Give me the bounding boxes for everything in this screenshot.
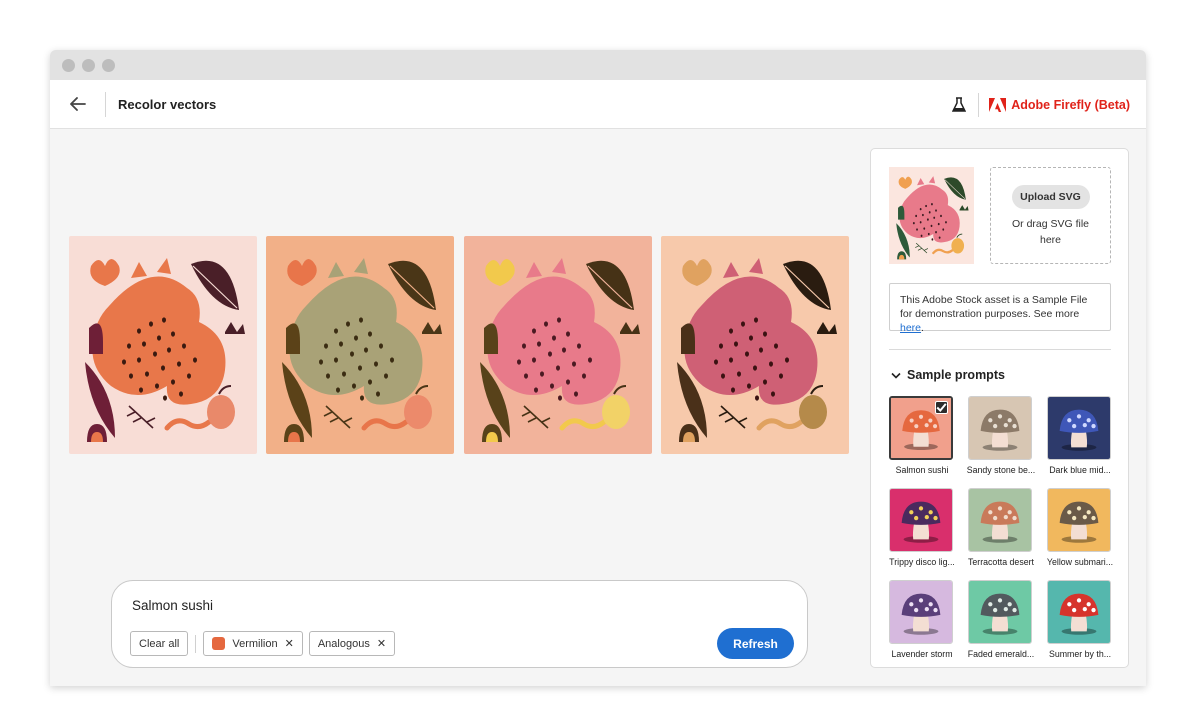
sample-prompt-card[interactable]: Salmon sushi (889, 396, 955, 475)
recolor-variation[interactable] (69, 236, 257, 454)
prompt-box: Salmon sushi Clear all Vermilion ✕ Analo… (111, 580, 808, 668)
prompt-input[interactable]: Salmon sushi (132, 598, 213, 613)
chip-analogous[interactable]: Analogous ✕ (308, 631, 396, 656)
recolor-variation[interactable] (661, 236, 849, 454)
sample-prompt-card[interactable]: Summer by th... (1047, 580, 1113, 659)
sample-prompt-thumbnail (889, 580, 953, 644)
source-vector-thumbnail[interactable] (889, 167, 974, 264)
sample-prompt-card[interactable]: Terracotta desert (968, 488, 1034, 567)
brand-label: Adobe Firefly (Beta) (1011, 97, 1130, 112)
notice-end: . (921, 322, 924, 334)
clear-all-label: Clear all (139, 637, 180, 650)
clear-all-button[interactable]: Clear all (130, 631, 189, 656)
recolor-variation[interactable] (464, 236, 652, 454)
checkmark-icon (935, 401, 948, 414)
window-minimize-dot[interactable] (82, 58, 95, 72)
sample-prompt-card[interactable]: Lavender storm (889, 580, 955, 659)
sample-prompt-thumbnail (968, 396, 1032, 460)
chip-vermilion[interactable]: Vermilion ✕ (203, 631, 303, 656)
back-button[interactable] (50, 91, 106, 117)
sample-prompt-label: Faded emerald... (967, 649, 1035, 659)
sample-prompt-thumbnail (1047, 580, 1111, 644)
upload-svg-button[interactable]: Upload SVG (1011, 185, 1090, 209)
sample-prompt-label: Lavender storm (891, 649, 953, 659)
sample-prompt-label: Salmon sushi (895, 465, 949, 475)
adobe-logo-icon (989, 97, 1007, 112)
sample-prompt-label: Terracotta desert (967, 557, 1034, 567)
sample-prompts-toggle[interactable]: Sample prompts (891, 368, 1005, 382)
window-titlebar (50, 50, 1146, 80)
chevron-down-icon (891, 372, 901, 379)
sample-prompt-card[interactable]: Dark blue mid... (1047, 396, 1113, 475)
app-header: Recolor vectors Adobe Firefly (Beta) (50, 80, 1146, 129)
sample-prompt-thumbnail (968, 488, 1032, 552)
adobe-firefly-brand[interactable]: Adobe Firefly (Beta) (989, 97, 1130, 112)
chip-divider (195, 634, 197, 653)
sample-prompt-label: Yellow submari... (1046, 557, 1114, 567)
close-icon[interactable]: ✕ (285, 637, 294, 650)
window-close-dot[interactable] (62, 58, 75, 72)
notice-link[interactable]: here (900, 322, 921, 334)
arrow-left-icon (69, 97, 86, 111)
refresh-button[interactable]: Refresh (717, 628, 794, 659)
window-maximize-dot[interactable] (102, 58, 115, 72)
sample-prompt-label: Trippy disco lig... (889, 557, 955, 567)
sample-prompts-label: Sample prompts (907, 368, 1005, 382)
side-panel: Upload SVG Or drag SVG file here This Ad… (870, 148, 1129, 668)
flask-icon (951, 96, 966, 112)
recolor-variation[interactable] (266, 236, 454, 454)
labs-button[interactable] (949, 92, 980, 117)
sample-prompt-card[interactable]: Yellow submari... (1047, 488, 1113, 567)
chip-label: Vermilion (232, 637, 278, 650)
sample-prompt-label: Sandy stone be... (966, 465, 1036, 475)
upload-dropzone[interactable]: Upload SVG Or drag SVG file here (990, 167, 1111, 264)
divider (889, 349, 1111, 350)
browser-window: Recolor vectors Adobe Firefly (Beta) Sal… (50, 50, 1146, 686)
sample-prompt-card[interactable]: Sandy stone be... (967, 396, 1035, 475)
sample-prompt-label: Dark blue mid... (1049, 465, 1111, 475)
close-icon[interactable]: ✕ (377, 637, 386, 650)
sample-prompt-thumbnail (1047, 488, 1111, 552)
sample-prompt-card[interactable]: Trippy disco lig... (889, 488, 955, 567)
sample-prompt-label: Summer by th... (1048, 649, 1112, 659)
color-swatch (212, 637, 226, 650)
notice-text: This Adobe Stock asset is a Sample File … (900, 294, 1088, 320)
recolor-canvas: Salmon sushi Clear all Vermilion ✕ Analo… (50, 129, 870, 686)
page-title: Recolor vectors (118, 96, 217, 112)
chip-label: Analogous (317, 637, 370, 650)
sample-notice: This Adobe Stock asset is a Sample File … (889, 283, 1111, 334)
sample-prompt-thumbnail (889, 396, 953, 460)
sample-prompt-thumbnail (889, 488, 953, 552)
sample-prompt-card[interactable]: Faded emerald... (968, 580, 1034, 659)
sample-prompt-thumbnail (968, 580, 1032, 644)
drag-hint: Or drag SVG file here (1011, 218, 1090, 246)
sample-prompt-thumbnail (1047, 396, 1111, 460)
prompt-chips: Clear all Vermilion ✕ Analogous ✕ (130, 631, 396, 656)
